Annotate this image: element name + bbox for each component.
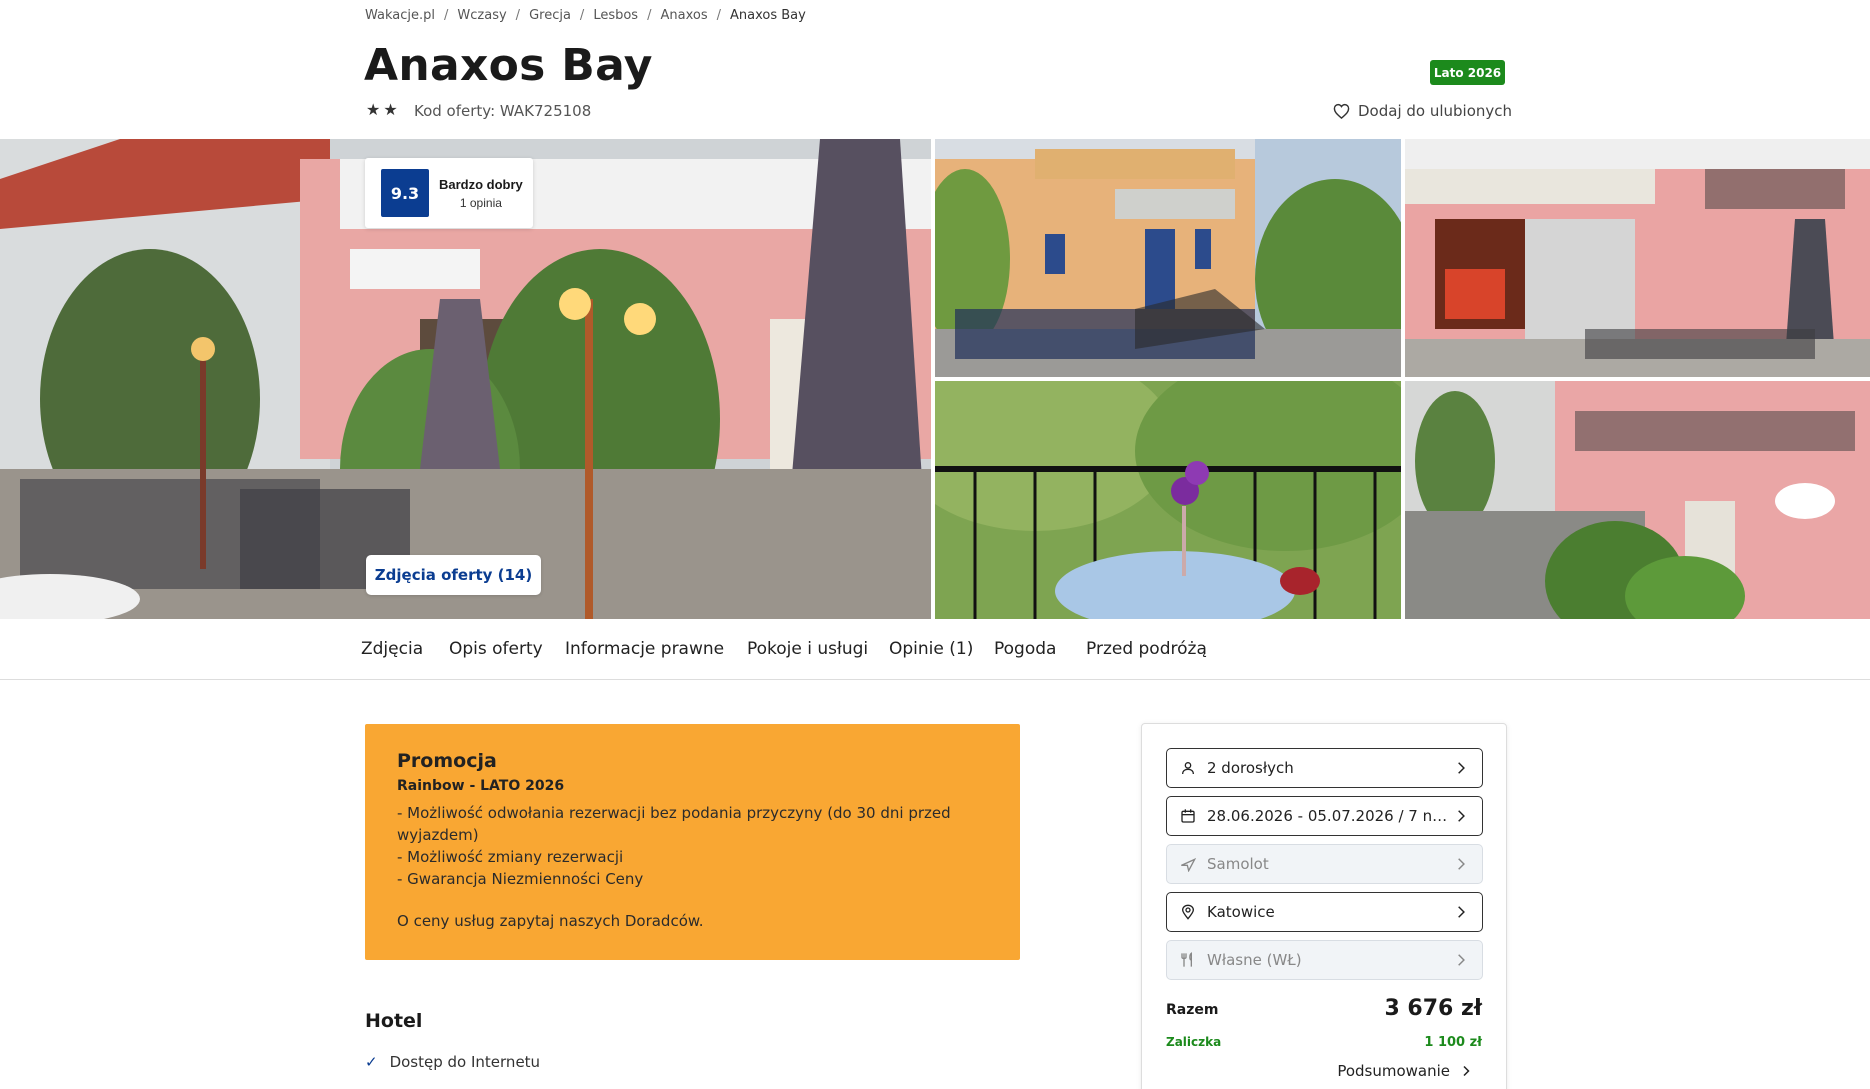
breadcrumb-separator: /: [647, 8, 652, 23]
breadcrumb-separator: /: [579, 8, 585, 23]
promo-line: - Możliwość odwołania rezerwacji bez pod…: [397, 804, 951, 822]
chevron-right-icon: [1458, 810, 1465, 822]
heart-icon: [1333, 103, 1350, 119]
board-value: Własne (WŁ): [1207, 951, 1302, 969]
transport-selector[interactable]: Samolot: [1166, 844, 1483, 884]
page-title: Anaxos Bay: [364, 40, 653, 91]
chevron-right-icon: [1458, 954, 1465, 966]
deposit-value: 1 100 zł: [1424, 1035, 1482, 1050]
rating-label: Bardzo dobry: [439, 176, 523, 192]
travelers-value: 2 dorosłych: [1207, 759, 1294, 777]
tab-reviews[interactable]: Opinie (1): [889, 639, 973, 659]
offer-tabs: Zdjęcia Opis oferty Informacje prawne Po…: [0, 619, 1870, 680]
photo-gallery: [0, 139, 1870, 619]
star-icon: ★: [366, 100, 381, 119]
tab-offer-description[interactable]: Opis oferty: [449, 639, 543, 659]
tab-before-trip[interactable]: Przed podróżą: [1086, 639, 1207, 659]
gallery-photo-2[interactable]: [1405, 139, 1870, 377]
total-label: Razem: [1166, 1002, 1219, 1018]
location-pin-icon: [1179, 903, 1197, 921]
rating-text: Bardzo dobry 1 opinia: [439, 177, 523, 210]
breadcrumb-item-current: Anaxos Bay: [729, 8, 806, 23]
deposit-label: Zaliczka: [1166, 1035, 1222, 1049]
offer-code: Kod oferty: WAK725108: [414, 102, 592, 120]
breadcrumb-item-grecja[interactable]: Grecja: [529, 8, 571, 23]
add-to-favorites-button[interactable]: Dodaj do ulubionych: [1333, 102, 1512, 120]
tab-photos[interactable]: Zdjęcia: [361, 639, 423, 659]
gallery-photo-4[interactable]: [1405, 381, 1870, 619]
departure-city-value: Katowice: [1207, 903, 1275, 921]
tab-weather[interactable]: Pogoda: [994, 639, 1056, 659]
chevron-right-icon: [1458, 762, 1465, 774]
promo-title: Promocja: [397, 750, 497, 772]
total-price: 3 676 zł: [1384, 996, 1482, 1021]
rating-count: 1 opinia: [459, 195, 502, 210]
promo-list: - Możliwość odwołania rezerwacji bez pod…: [397, 802, 988, 890]
checkmark-icon: ✓: [365, 1053, 378, 1071]
promo-footer: O ceny usług zapytaj naszych Doradców.: [397, 912, 704, 930]
breadcrumb: Wakacje.pl / Wczasy / Grecja / Lesbos / …: [365, 8, 806, 23]
board-selector[interactable]: Własne (WŁ): [1166, 940, 1483, 980]
hotel-section-heading: Hotel: [365, 1010, 423, 1032]
promo-line: - Gwarancja Niezmienności Ceny: [397, 870, 644, 888]
travelers-selector[interactable]: 2 dorosłych: [1166, 748, 1483, 788]
breadcrumb-item-lesbos[interactable]: Lesbos: [593, 8, 638, 23]
offer-photos-button[interactable]: Zdjęcia oferty (14): [366, 555, 541, 595]
promo-line: wyjazdem): [397, 826, 479, 844]
promo-subtitle: Rainbow - LATO 2026: [397, 778, 565, 794]
rating-score: 9.3: [381, 169, 429, 217]
breadcrumb-separator: /: [444, 8, 449, 23]
promo-box: Promocja Rainbow - LATO 2026 - Możliwość…: [365, 724, 1020, 960]
calendar-icon: [1179, 807, 1197, 825]
amenity-item: ✓ Dostęp do Internetu: [365, 1053, 540, 1071]
chevron-right-icon: [1458, 858, 1465, 870]
booking-panel: 2 dorosłych 28.06.2026 - 05.07.2026 / 7 …: [1141, 723, 1507, 1089]
star-icon: ★: [383, 100, 398, 119]
add-to-favorites-label: Dodaj do ulubionych: [1358, 102, 1513, 120]
breadcrumb-item-wakacje[interactable]: Wakacje.pl: [365, 8, 435, 23]
summary-button[interactable]: Podsumowanie: [1337, 1062, 1472, 1080]
transport-value: Samolot: [1207, 855, 1269, 873]
amenity-label: Dostęp do Internetu: [389, 1053, 541, 1071]
chevron-right-icon: [1463, 1065, 1470, 1077]
season-badge: Lato 2026: [1430, 60, 1505, 85]
breadcrumb-item-anaxos[interactable]: Anaxos: [660, 8, 707, 23]
building-exterior-photo-image: [935, 139, 1401, 377]
promo-line: - Możliwość zmiany rezerwacji: [397, 848, 624, 866]
person-icon: [1179, 759, 1197, 777]
balcony-garden-photo-image: [935, 381, 1401, 619]
cutlery-icon: [1179, 951, 1197, 969]
gallery-photo-1[interactable]: [935, 139, 1401, 377]
summary-label: Podsumowanie: [1337, 1062, 1450, 1080]
breadcrumb-separator: /: [515, 8, 521, 23]
courtyard-photo-image: [1405, 381, 1870, 619]
tab-rooms-services[interactable]: Pokoje i usługi: [747, 639, 868, 659]
chevron-right-icon: [1458, 906, 1465, 918]
dates-value: 28.06.2026 - 05.07.2026 / 7 nocy: [1207, 807, 1454, 825]
cafe-entrance-photo-image: [1405, 139, 1870, 377]
rating-card[interactable]: 9.3 Bardzo dobry 1 opinia: [365, 158, 533, 228]
breadcrumb-separator: /: [716, 8, 721, 23]
breadcrumb-item-wczasy[interactable]: Wczasy: [457, 8, 506, 23]
plane-icon: [1179, 855, 1197, 873]
departure-city-selector[interactable]: Katowice: [1166, 892, 1483, 932]
tab-legal-info[interactable]: Informacje prawne: [565, 639, 724, 659]
gallery-photo-3[interactable]: [935, 381, 1401, 619]
hotel-stars: ★ ★: [366, 101, 398, 119]
dates-selector[interactable]: 28.06.2026 - 05.07.2026 / 7 nocy: [1166, 796, 1483, 836]
